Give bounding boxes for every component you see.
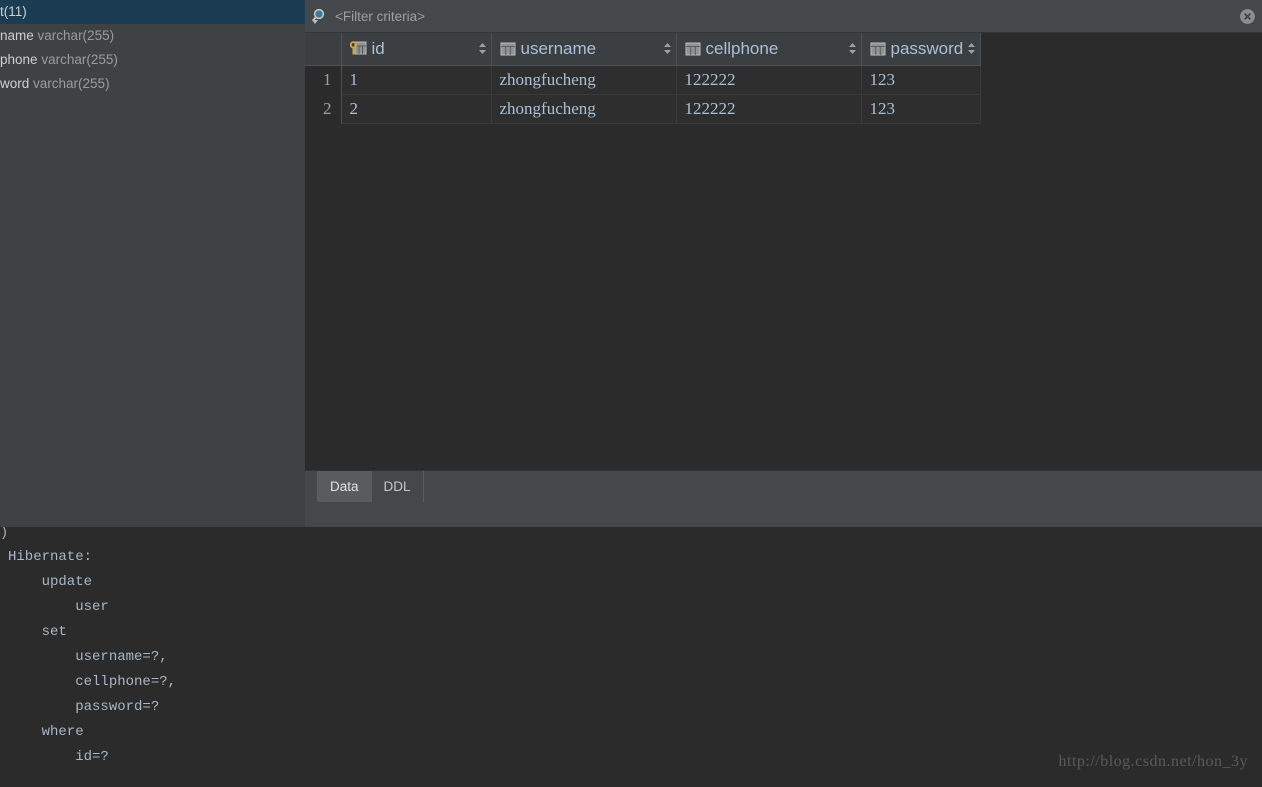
- cell-password[interactable]: 123: [861, 65, 982, 95]
- sort-toggle-icon[interactable]: [848, 42, 857, 55]
- console-line: where: [8, 724, 84, 740]
- console-line: Hibernate:: [8, 549, 101, 565]
- column-header-label: password: [890, 38, 964, 58]
- table-data-panel: id: [305, 0, 1262, 527]
- row-number: 1: [305, 65, 342, 94]
- column-header-cellphone[interactable]: cellphone: [676, 33, 862, 66]
- cell-id[interactable]: 1: [341, 65, 492, 95]
- table-row[interactable]: 2 2 zhongfucheng 122222 123: [305, 94, 982, 124]
- filter-bar: [305, 0, 1262, 33]
- sort-toggle-icon[interactable]: [478, 42, 487, 55]
- tree-row-type: varchar(255): [41, 52, 118, 67]
- sort-toggle-icon[interactable]: [663, 42, 672, 55]
- console-line: update: [8, 574, 93, 590]
- column-icon: [500, 42, 516, 56]
- console-clipped-line: ): [0, 527, 9, 541]
- tree-row-label: word: [0, 76, 30, 91]
- tree-row-password-column[interactable]: word varchar(255): [0, 72, 305, 96]
- console-output[interactable]: ) Hibernate: update user set username=?,…: [0, 527, 1262, 787]
- result-table: id username cellphone password 1 1 zhong…: [305, 33, 982, 124]
- column-icon: [685, 42, 701, 56]
- console-line: cellphone=?,: [8, 674, 177, 690]
- tree-row-type: varchar(255): [33, 76, 110, 91]
- sort-toggle-icon[interactable]: [967, 42, 976, 55]
- row-number-header: [305, 33, 342, 66]
- column-icon: [870, 42, 886, 56]
- column-header-id[interactable]: id: [341, 33, 492, 66]
- tree-row-username-column[interactable]: name varchar(255): [0, 24, 305, 48]
- cell-password[interactable]: 123: [861, 94, 982, 124]
- close-circle-icon[interactable]: [1232, 8, 1262, 25]
- tree-row-label: phone: [0, 52, 38, 67]
- console-line: username=?,: [8, 649, 168, 665]
- table-row[interactable]: 1 1 zhongfucheng 122222 123: [305, 65, 982, 95]
- database-tree-sidebar[interactable]: t(11) name varchar(255) phone varchar(25…: [0, 0, 305, 527]
- result-grid[interactable]: id username cellphone password 1 1 zhong…: [305, 33, 1262, 470]
- column-header-password[interactable]: password: [861, 33, 982, 66]
- tree-row-id-column[interactable]: t(11): [0, 0, 305, 24]
- cell-id[interactable]: 2: [341, 94, 492, 124]
- panel-tab-strip: Data DDL: [305, 470, 1262, 527]
- column-header-label: username: [520, 38, 597, 58]
- cell-username[interactable]: zhongfucheng: [491, 65, 677, 95]
- row-number: 2: [305, 94, 342, 123]
- tab-divider: [422, 471, 424, 502]
- watermark-text: http://blog.csdn.net/hon_3y: [1058, 753, 1248, 770]
- console-line: set: [8, 624, 67, 640]
- column-header-username[interactable]: username: [491, 33, 677, 66]
- filter-criteria-input[interactable]: [335, 8, 1232, 24]
- tree-row-label: t(11): [0, 4, 27, 19]
- tree-row-type: varchar(255): [37, 28, 115, 43]
- cell-cellphone[interactable]: 122222: [676, 65, 862, 95]
- tab-label: DDL: [383, 479, 411, 494]
- tree-row-label: name: [0, 28, 34, 43]
- column-header-label: id: [371, 38, 385, 58]
- table-header-row: id username cellphone password: [305, 33, 982, 66]
- cell-username[interactable]: zhongfucheng: [491, 94, 677, 124]
- tab-label: Data: [330, 479, 359, 494]
- cell-cellphone[interactable]: 122222: [676, 94, 862, 124]
- tab-data[interactable]: Data: [317, 471, 371, 502]
- column-header-label: cellphone: [705, 38, 779, 58]
- tab-ddl[interactable]: DDL: [370, 471, 423, 502]
- filter-magnifier-icon[interactable]: [305, 7, 335, 25]
- tree-row-cellphone-column[interactable]: phone varchar(255): [0, 48, 305, 72]
- console-line: password=?: [8, 699, 160, 715]
- console-line: user: [8, 599, 118, 615]
- primary-key-icon: [349, 41, 367, 56]
